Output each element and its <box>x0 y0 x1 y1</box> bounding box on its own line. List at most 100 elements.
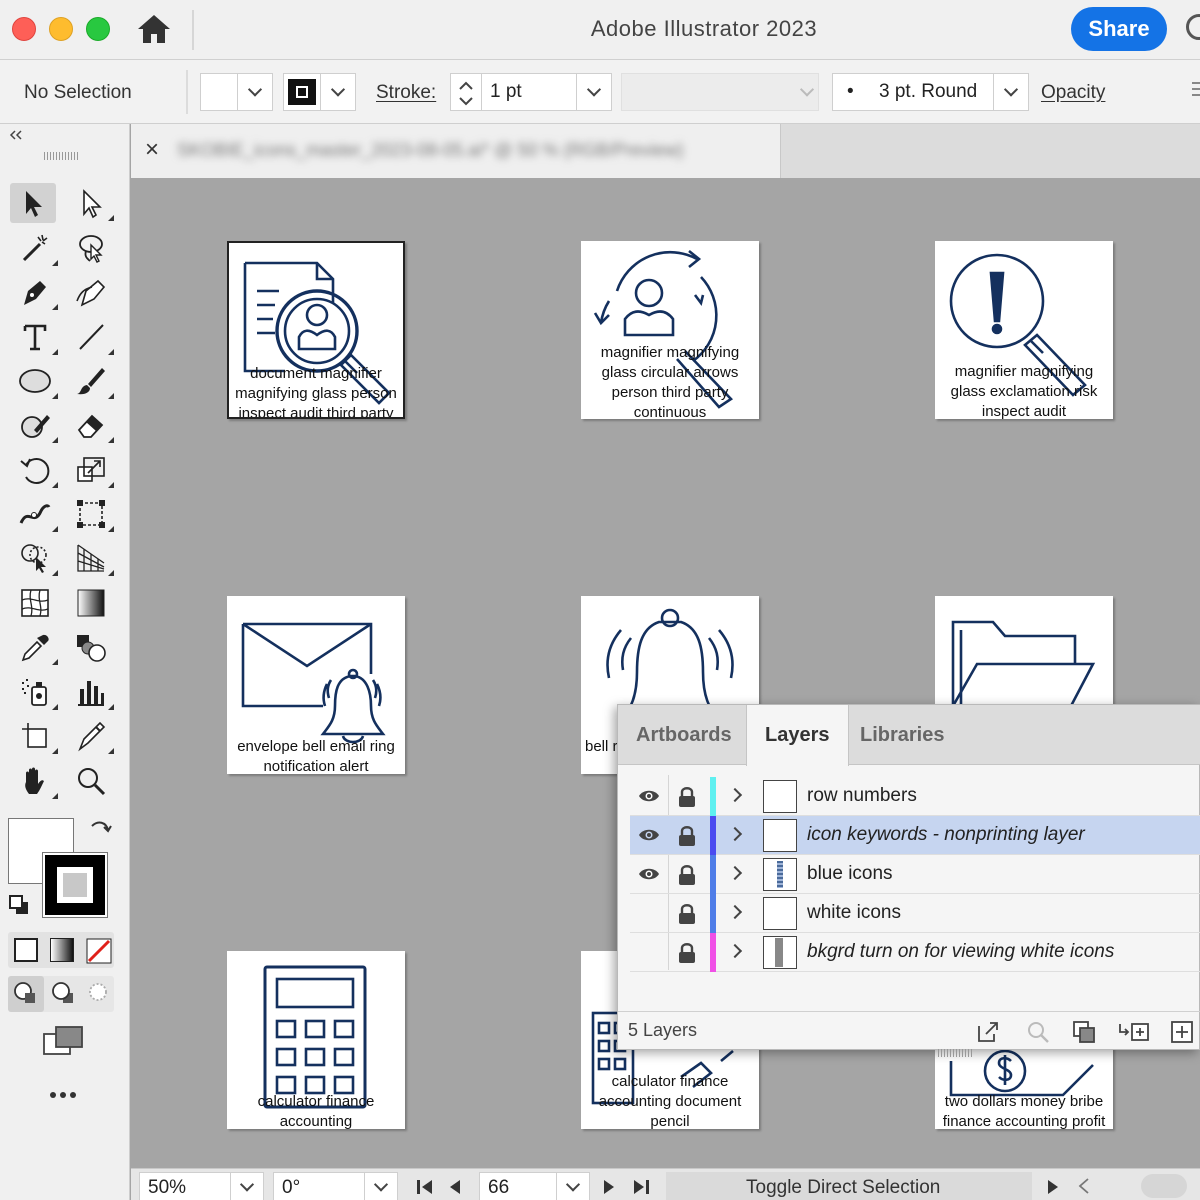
artboard[interactable]: magnifier magnifying glass exclamation r… <box>935 241 1113 419</box>
artboard-number-input[interactable]: 66 <box>479 1172 557 1200</box>
slice-tool[interactable] <box>68 716 114 756</box>
layer-row-row-numbers[interactable]: row numbers <box>630 777 1200 816</box>
gradient-tool[interactable] <box>68 583 114 623</box>
lasso-tool[interactable] <box>68 228 114 268</box>
direct-selection-tool[interactable] <box>68 183 114 223</box>
screen-mode-icon[interactable] <box>42 1024 86 1058</box>
rotation-input[interactable]: 0° <box>273 1172 365 1200</box>
fill-dropdown[interactable] <box>237 73 273 111</box>
magic-wand-tool[interactable] <box>12 228 58 268</box>
draw-inside-icon[interactable] <box>82 976 118 1012</box>
scale-tool[interactable] <box>68 450 114 490</box>
draw-behind-icon[interactable] <box>46 976 82 1012</box>
visibility-eye-icon[interactable] <box>638 788 660 804</box>
type-tool[interactable] <box>12 317 58 357</box>
tab-layers[interactable]: Layers <box>746 705 849 766</box>
swap-fill-stroke-icon[interactable] <box>88 818 112 842</box>
lock-icon[interactable] <box>678 864 696 886</box>
layer-name[interactable]: white icons <box>807 902 901 924</box>
opacity-label[interactable]: Opacity <box>1041 82 1105 104</box>
panel-resize-grip[interactable] <box>938 1049 974 1057</box>
fill-color-front[interactable] <box>8 818 74 852</box>
tab-libraries[interactable]: Libraries <box>842 705 962 765</box>
none-mode-button[interactable] <box>86 938 112 964</box>
layer-row-bkgrd[interactable]: bkgrd turn on for viewing white icons <box>630 933 1200 972</box>
layer-name[interactable]: bkgrd turn on for viewing white icons <box>807 941 1114 963</box>
color-mode-button[interactable] <box>14 938 38 962</box>
shape-builder-tool[interactable] <box>12 538 58 578</box>
zoom-tool[interactable] <box>68 761 114 801</box>
horizontal-scrollbar-thumb[interactable] <box>1141 1174 1187 1198</box>
width-tool[interactable] <box>12 494 58 534</box>
artboard[interactable]: calculator finance accounting <box>227 951 405 1129</box>
zoom-level-input[interactable]: 50% <box>139 1172 231 1200</box>
gradient-mode-button[interactable] <box>50 938 74 962</box>
first-artboard-icon[interactable] <box>415 1178 435 1196</box>
eraser-tool[interactable] <box>68 405 114 445</box>
default-fill-stroke-icon[interactable] <box>8 894 30 916</box>
stroke-weight-stepper[interactable] <box>450 73 482 111</box>
edit-toolbar-more-icon[interactable] <box>48 1090 78 1100</box>
artboard[interactable]: document magnifier magnifying glass pers… <box>227 241 405 419</box>
artboard-tool[interactable] <box>12 716 58 756</box>
layer-row-blue-icons[interactable]: blue icons <box>630 855 1200 894</box>
layer-row-icon-keywords[interactable]: icon keywords - nonprinting layer <box>630 816 1200 855</box>
lock-icon[interactable] <box>678 942 696 964</box>
layer-name[interactable]: blue icons <box>807 863 893 885</box>
share-button[interactable]: Share <box>1071 7 1167 51</box>
shaper-tool[interactable] <box>12 405 58 445</box>
expand-chevron-icon[interactable] <box>727 904 743 920</box>
stroke-color-box[interactable] <box>42 852 108 918</box>
artboard-number-dropdown[interactable] <box>556 1172 590 1200</box>
create-new-layer-icon[interactable] <box>1170 1020 1194 1044</box>
previous-artboard-icon[interactable] <box>447 1178 463 1196</box>
collapse-panel-icon[interactable] <box>8 130 24 140</box>
stroke-weight-input[interactable]: 1 pt <box>481 73 577 111</box>
lock-icon[interactable] <box>678 786 696 808</box>
stroke-weight-dropdown[interactable] <box>576 73 612 111</box>
document-tab[interactable]: × SKOBIE_icons_master_2023-08-05.ai* @ 5… <box>131 124 781 178</box>
expand-chevron-icon[interactable] <box>727 826 743 842</box>
last-artboard-icon[interactable] <box>631 1178 651 1196</box>
stroke-swatch[interactable] <box>283 73 321 111</box>
line-segment-tool[interactable] <box>68 317 114 357</box>
layer-row-white-icons[interactable]: white icons <box>630 894 1200 933</box>
blend-tool[interactable] <box>68 627 114 667</box>
zoom-level-dropdown[interactable] <box>230 1172 264 1200</box>
pen-tool[interactable] <box>12 272 58 312</box>
stroke-label[interactable]: Stroke: <box>376 82 436 104</box>
eyedropper-tool[interactable] <box>12 627 58 667</box>
fill-color-front-lower[interactable] <box>8 852 42 884</box>
collect-for-export-icon[interactable] <box>976 1020 1000 1044</box>
curvature-tool[interactable] <box>68 272 114 312</box>
rotation-dropdown[interactable] <box>364 1172 398 1200</box>
make-clipping-mask-icon[interactable] <box>1072 1020 1096 1044</box>
artboard[interactable]: envelope bell email ring notification al… <box>227 596 405 774</box>
close-document-icon[interactable]: × <box>145 136 159 164</box>
brush-dropdown[interactable] <box>993 73 1029 111</box>
lock-icon[interactable] <box>678 903 696 925</box>
scroll-left-icon[interactable] <box>1077 1177 1091 1195</box>
symbol-sprayer-tool[interactable] <box>12 672 58 712</box>
expand-chevron-icon[interactable] <box>727 943 743 959</box>
visibility-eye-icon[interactable] <box>638 827 660 843</box>
toolbar-grip[interactable] <box>44 152 80 160</box>
control-bar-menu-icon[interactable] <box>1192 82 1200 98</box>
status-menu-arrow-icon[interactable] <box>1045 1178 1061 1196</box>
next-artboard-icon[interactable] <box>601 1178 617 1196</box>
layer-name[interactable]: row numbers <box>807 785 917 807</box>
expand-chevron-icon[interactable] <box>727 787 743 803</box>
variable-width-profile[interactable] <box>621 73 819 111</box>
column-graph-tool[interactable] <box>68 672 114 712</box>
create-sublayer-icon[interactable] <box>1118 1020 1150 1044</box>
perspective-grid-tool[interactable] <box>68 538 114 578</box>
expand-chevron-icon[interactable] <box>727 865 743 881</box>
layer-name[interactable]: icon keywords - nonprinting layer <box>807 824 1085 846</box>
artboard[interactable]: magnifier magnifying glass circular arro… <box>581 241 759 419</box>
visibility-eye-icon[interactable] <box>638 866 660 882</box>
draw-normal-button[interactable] <box>8 976 44 1012</box>
lock-icon[interactable] <box>678 825 696 847</box>
stroke-dropdown[interactable] <box>320 73 356 111</box>
ellipse-tool[interactable] <box>12 361 58 401</box>
tab-artboards[interactable]: Artboards <box>618 705 750 765</box>
